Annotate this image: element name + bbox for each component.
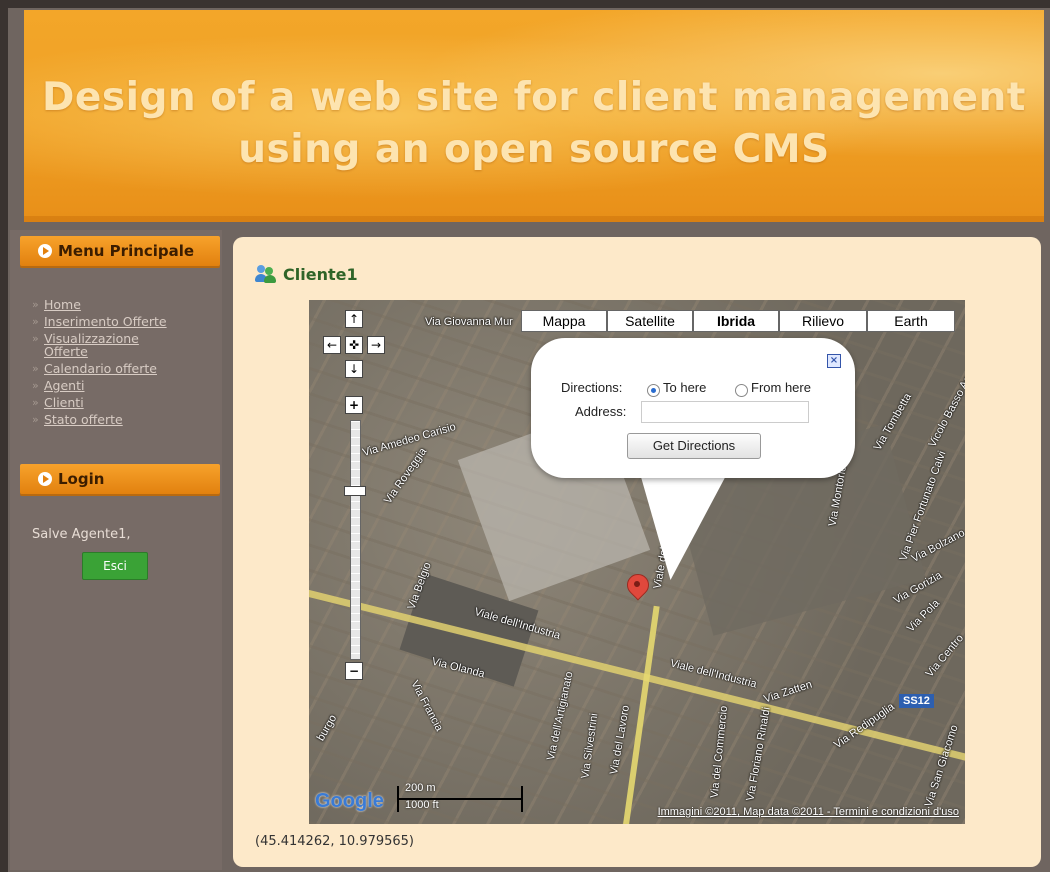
street-label: Via San Giacomo xyxy=(922,723,961,809)
radio-from-here[interactable] xyxy=(735,384,748,397)
zoom-slider-thumb[interactable] xyxy=(344,486,366,496)
street-label: Via Centro xyxy=(923,632,965,680)
logout-button[interactable]: Esci xyxy=(82,552,148,580)
address-input[interactable] xyxy=(641,401,809,423)
window-left-border xyxy=(0,0,8,872)
content-panel: Cliente1 Via Giovanna Mur Via Amedeo Car… xyxy=(233,237,1041,867)
maptype-mappa[interactable]: Mappa xyxy=(521,310,607,332)
street-label: Via Francia xyxy=(408,678,446,734)
main-menu: Home Inserimento Offerte Visualizzazione… xyxy=(32,298,222,430)
maptype-satellite[interactable]: Satellite xyxy=(607,310,693,332)
greeting-text: Salve Agente1, xyxy=(32,527,131,542)
menu-item-visualizzazione-offerte[interactable]: Visualizzazione Offerte xyxy=(32,332,164,358)
window-top-border xyxy=(0,0,1050,8)
street-label: Via Amedeo Carisio xyxy=(361,420,458,460)
maptype-rilievo[interactable]: Rilievo xyxy=(779,310,867,332)
street-label: burgo xyxy=(314,712,340,744)
street-label: Vicolo Basso Acquar xyxy=(926,354,965,450)
arrow-right-icon xyxy=(38,472,52,486)
login-header-label: Login xyxy=(58,470,105,488)
street-label: Via Roveggia xyxy=(381,445,430,507)
street-label: Via Floriano Rinaldi xyxy=(744,706,773,802)
street-label: Via Silvestrini xyxy=(579,712,601,780)
scale-imperial: 1000 ft xyxy=(405,799,439,811)
get-directions-button[interactable]: Get Directions xyxy=(627,433,761,459)
map-scale-bar: 200 m 1000 ft xyxy=(397,782,523,812)
zoom-slider-track[interactable] xyxy=(350,420,361,660)
radio-from-here-label: From here xyxy=(751,380,811,395)
sidebar: Menu Principale Home Inserimento Offerte… xyxy=(10,230,222,870)
coordinates-text: (45.414262, 10.979565) xyxy=(255,834,415,849)
close-icon[interactable]: × xyxy=(827,354,841,368)
zoom-out-button[interactable]: − xyxy=(345,662,363,680)
site-title: Design of a web site for client manageme… xyxy=(24,72,1044,176)
road-badge-ss12: SS12 xyxy=(899,694,934,708)
street-label: Via Zatten xyxy=(762,678,814,706)
page-title: Cliente1 xyxy=(255,265,358,284)
info-window: × Directions: To here From here Address:… xyxy=(531,338,855,478)
google-logo[interactable]: Google xyxy=(315,790,384,813)
address-label: Address: xyxy=(575,404,627,419)
street-label: Via Giovanna Mur xyxy=(425,316,513,328)
menu-item-clienti[interactable]: Clienti xyxy=(32,396,222,409)
street-label: Via Tombetta xyxy=(871,391,915,453)
street-label: Via Pola xyxy=(904,597,943,635)
client-name: Cliente1 xyxy=(283,265,358,284)
street-label: Via dell'Artigianato xyxy=(545,670,576,762)
zoom-in-button[interactable]: + xyxy=(345,396,363,414)
directions-label: Directions: xyxy=(561,380,623,395)
pan-right-button[interactable]: → xyxy=(367,336,385,354)
menu-item-calendario-offerte[interactable]: Calendario offerte xyxy=(32,362,222,375)
menu-item-home[interactable]: Home xyxy=(32,298,222,311)
pan-center-button[interactable]: ✜ xyxy=(345,336,363,354)
radio-to-here-label: To here xyxy=(663,380,707,395)
radio-to-here[interactable] xyxy=(647,384,660,397)
street-label: Via del Lavoro xyxy=(608,704,633,776)
site-title-line1: Design of a web site for client manageme… xyxy=(42,75,1026,120)
menu-header-label: Menu Principale xyxy=(58,242,195,260)
menu-item-agenti[interactable]: Agenti xyxy=(32,379,222,392)
maptype-ibrida[interactable]: Ibrida xyxy=(693,310,779,332)
menu-principale-header: Menu Principale xyxy=(20,236,220,266)
users-icon xyxy=(255,265,277,283)
header-banner: Design of a web site for client manageme… xyxy=(24,10,1044,222)
arrow-right-icon xyxy=(38,244,52,258)
menu-item-inserimento-offerte[interactable]: Inserimento Offerte xyxy=(32,315,222,328)
marker-center xyxy=(634,581,640,587)
map-attribution-link[interactable]: Immagini ©2011, Map data ©2011 - Termini… xyxy=(658,806,959,818)
login-header: Login xyxy=(20,464,220,494)
street-label: Via del Commercio xyxy=(708,705,731,799)
menu-item-stato-offerte[interactable]: Stato offerte xyxy=(32,413,222,426)
pan-up-button[interactable]: ↑ xyxy=(345,310,363,328)
google-map[interactable]: Via Giovanna Mur Via Amedeo Carisio Via … xyxy=(309,300,965,824)
maptype-earth[interactable]: Earth xyxy=(867,310,955,332)
pan-down-button[interactable]: ↓ xyxy=(345,360,363,378)
site-title-line2: using an open source CMS xyxy=(238,127,830,172)
scale-metric: 200 m xyxy=(405,782,436,794)
pan-left-button[interactable]: ← xyxy=(323,336,341,354)
